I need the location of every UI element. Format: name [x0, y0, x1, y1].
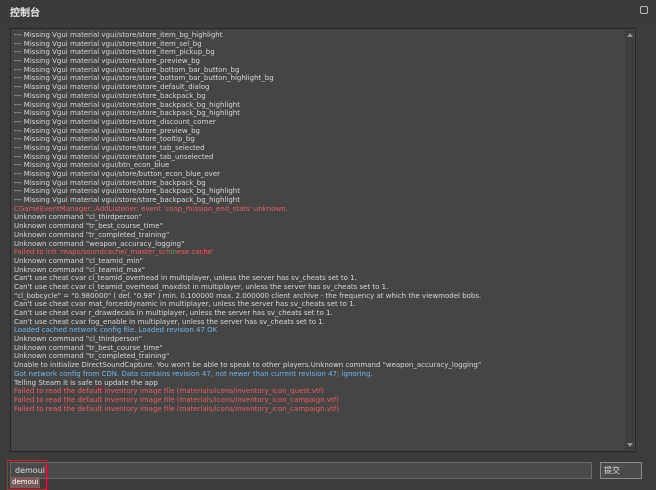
submit-button[interactable]: 提交 [600, 462, 642, 479]
console-line: Can't use cheat cvar mat_forceddynamic i… [14, 300, 356, 309]
scroll-down-arrow-icon[interactable] [627, 443, 633, 447]
console-line: --- Missing Vgui material vgui/store/sto… [14, 187, 240, 196]
console-line: Unknown command "tr_best_course_time" [14, 222, 163, 231]
console-line: --- Missing Vgui material vgui/store/sto… [14, 196, 240, 205]
console-line: Unknown command "cl_teamid_max" [14, 265, 145, 274]
console-line: Unknown command "tr_completed_training" [14, 230, 170, 239]
console-line: --- Missing Vgui material vgui/store/sto… [14, 48, 215, 57]
console-lines: --- Missing Vgui material vgui/store/sto… [14, 31, 622, 413]
console-line: Failed to read the default inventory ima… [14, 404, 339, 413]
console-line: Got network config from CDN. Data contai… [14, 369, 373, 378]
console-line: --- Missing Vgui material vgui/store/sto… [14, 109, 240, 118]
console-line: --- Missing Vgui material vgui/store/but… [14, 170, 221, 178]
console-line: Unknown command "cl_teamid_min" [14, 256, 143, 265]
console-line: --- Missing Vgui material vgui/store/sto… [14, 39, 202, 48]
console-line: --- Missing Vgui material vgui/store/sto… [14, 135, 195, 144]
console-line: Unknown command "tr_completed_training" [14, 352, 170, 361]
console-line: Can't use cheat cvar cl_teamid_overhead_… [14, 282, 389, 291]
console-line: Can't use cheat cvar fog_enable in multi… [14, 317, 325, 326]
console-line: Loaded cached network config file. Loade… [14, 326, 218, 335]
console-line: Can't use cheat cvar r_drawdecals in mul… [14, 309, 333, 317]
title-bar: 控制台 [0, 0, 656, 22]
console-line: "cl_bobcycle" = "0.980000" ( def. "0.98"… [14, 291, 482, 300]
scroll-up-arrow-icon[interactable] [627, 33, 633, 37]
console-line: Unknown command "cl_thirdperson" [14, 335, 142, 344]
console-line: --- Missing Vgui material vgui/store/sto… [14, 91, 206, 100]
console-line: --- Missing Vgui material vgui/store/sto… [14, 31, 223, 39]
console-scrollbar[interactable] [625, 30, 634, 450]
console-line: Failed to init 'maps/soundcache/_master_… [14, 248, 215, 257]
console-line: --- Missing Vgui material vgui/store/sto… [14, 100, 240, 109]
console-line: Unknown command "weapon_accuracy_logging… [14, 239, 185, 248]
console-line: --- Missing Vgui material vgui/store/sto… [14, 152, 214, 161]
console-input[interactable]: demoui [10, 462, 592, 479]
console-line: --- Missing Vgui material vgui/store/sto… [14, 126, 200, 135]
console-line: Failed to read the default inventory ima… [14, 387, 324, 396]
console-line: --- Missing Vgui material vgui/store/sto… [14, 117, 216, 126]
console-line: Telling Steam it is safe to update the a… [14, 378, 158, 387]
highlight-box [7, 460, 47, 490]
console-line: CGameEventManager::AddListener: event 'c… [14, 204, 288, 213]
console-line: Failed to read the default inventory ima… [14, 395, 339, 404]
console-output[interactable]: --- Missing Vgui material vgui/store/sto… [10, 28, 636, 452]
console-line: --- Missing Vgui material vgui/store/sto… [14, 178, 206, 187]
console-line: --- Missing Vgui material vgui/btn_econ_… [14, 161, 170, 170]
close-icon[interactable] [640, 6, 648, 14]
console-line: Can't use cheat cvar cl_teamid_overhead … [14, 274, 357, 283]
console-line: Unable to initialize DirectSoundCapture.… [14, 361, 482, 370]
console-line: --- Missing Vgui material vgui/store/sto… [14, 65, 240, 74]
console-line: --- Missing Vgui material vgui/store/sto… [14, 57, 200, 66]
console-line: Unknown command "tr_best_course_time" [14, 343, 163, 352]
console-line: --- Missing Vgui material vgui/store/sto… [14, 83, 210, 92]
console-line: Unknown command "cl_thirdperson" [14, 213, 142, 222]
console-line: --- Missing Vgui material vgui/store/sto… [14, 74, 274, 83]
console-line: --- Missing Vgui material vgui/store/sto… [14, 143, 205, 152]
window-title: 控制台 [10, 8, 40, 19]
